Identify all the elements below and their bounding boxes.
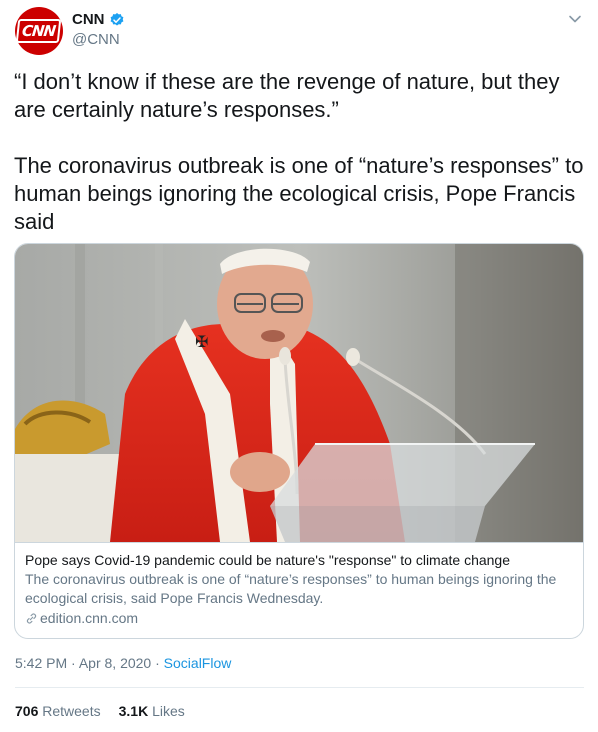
retweets-label: Retweets (42, 703, 101, 719)
card-domain: edition.cnn.com (40, 610, 139, 626)
card-description: The coronavirus outbreak is one of “natu… (25, 571, 557, 606)
meta-separator: · (71, 655, 76, 671)
verified-icon (110, 12, 123, 26)
retweets-count: 706 (15, 703, 39, 719)
card-domain-row: edition.cnn.com (25, 610, 573, 626)
tweet-source[interactable]: SocialFlow (164, 655, 232, 671)
tweet-date[interactable]: Apr 8, 2020 (79, 655, 151, 671)
svg-text:✠: ✠ (195, 332, 208, 351)
tweet-meta: 5:42 PM · Apr 8, 2020 · SocialFlow (15, 655, 231, 671)
tweet-stats: 706 Retweets 3.1K Likes (15, 703, 203, 719)
author-name-row[interactable]: CNN (72, 11, 125, 28)
avatar[interactable]: CNN (15, 7, 63, 55)
link-card[interactable]: ✠ Pope says Covid-19 pandemic could be n… (14, 243, 584, 639)
chevron-down-icon[interactable] (568, 14, 582, 24)
tweet: CNN CNN @CNN “I don’t know if these are … (0, 0, 598, 732)
likes-stat[interactable]: 3.1K Likes (119, 703, 185, 719)
likes-label: Likes (152, 703, 185, 719)
link-icon (26, 612, 37, 624)
display-name[interactable]: CNN (72, 11, 105, 28)
likes-count: 3.1K (118, 703, 149, 719)
divider (15, 687, 584, 688)
retweets-stat[interactable]: 706 Retweets (15, 703, 101, 719)
tweet-text-quote: “I don’t know if these are the revenge o… (14, 69, 566, 122)
meta-separator: · (155, 655, 160, 671)
tweet-text-body: The coronavirus outbreak is one of “natu… (14, 153, 590, 234)
tweet-time[interactable]: 5:42 PM (15, 655, 67, 671)
cnn-logo: CNN (16, 19, 62, 43)
handle[interactable]: @CNN (72, 31, 120, 48)
card-title[interactable]: Pope says Covid-19 pandemic could be nat… (25, 551, 573, 569)
card-body[interactable]: Pope says Covid-19 pandemic could be nat… (15, 542, 583, 638)
card-image: ✠ (15, 244, 583, 542)
